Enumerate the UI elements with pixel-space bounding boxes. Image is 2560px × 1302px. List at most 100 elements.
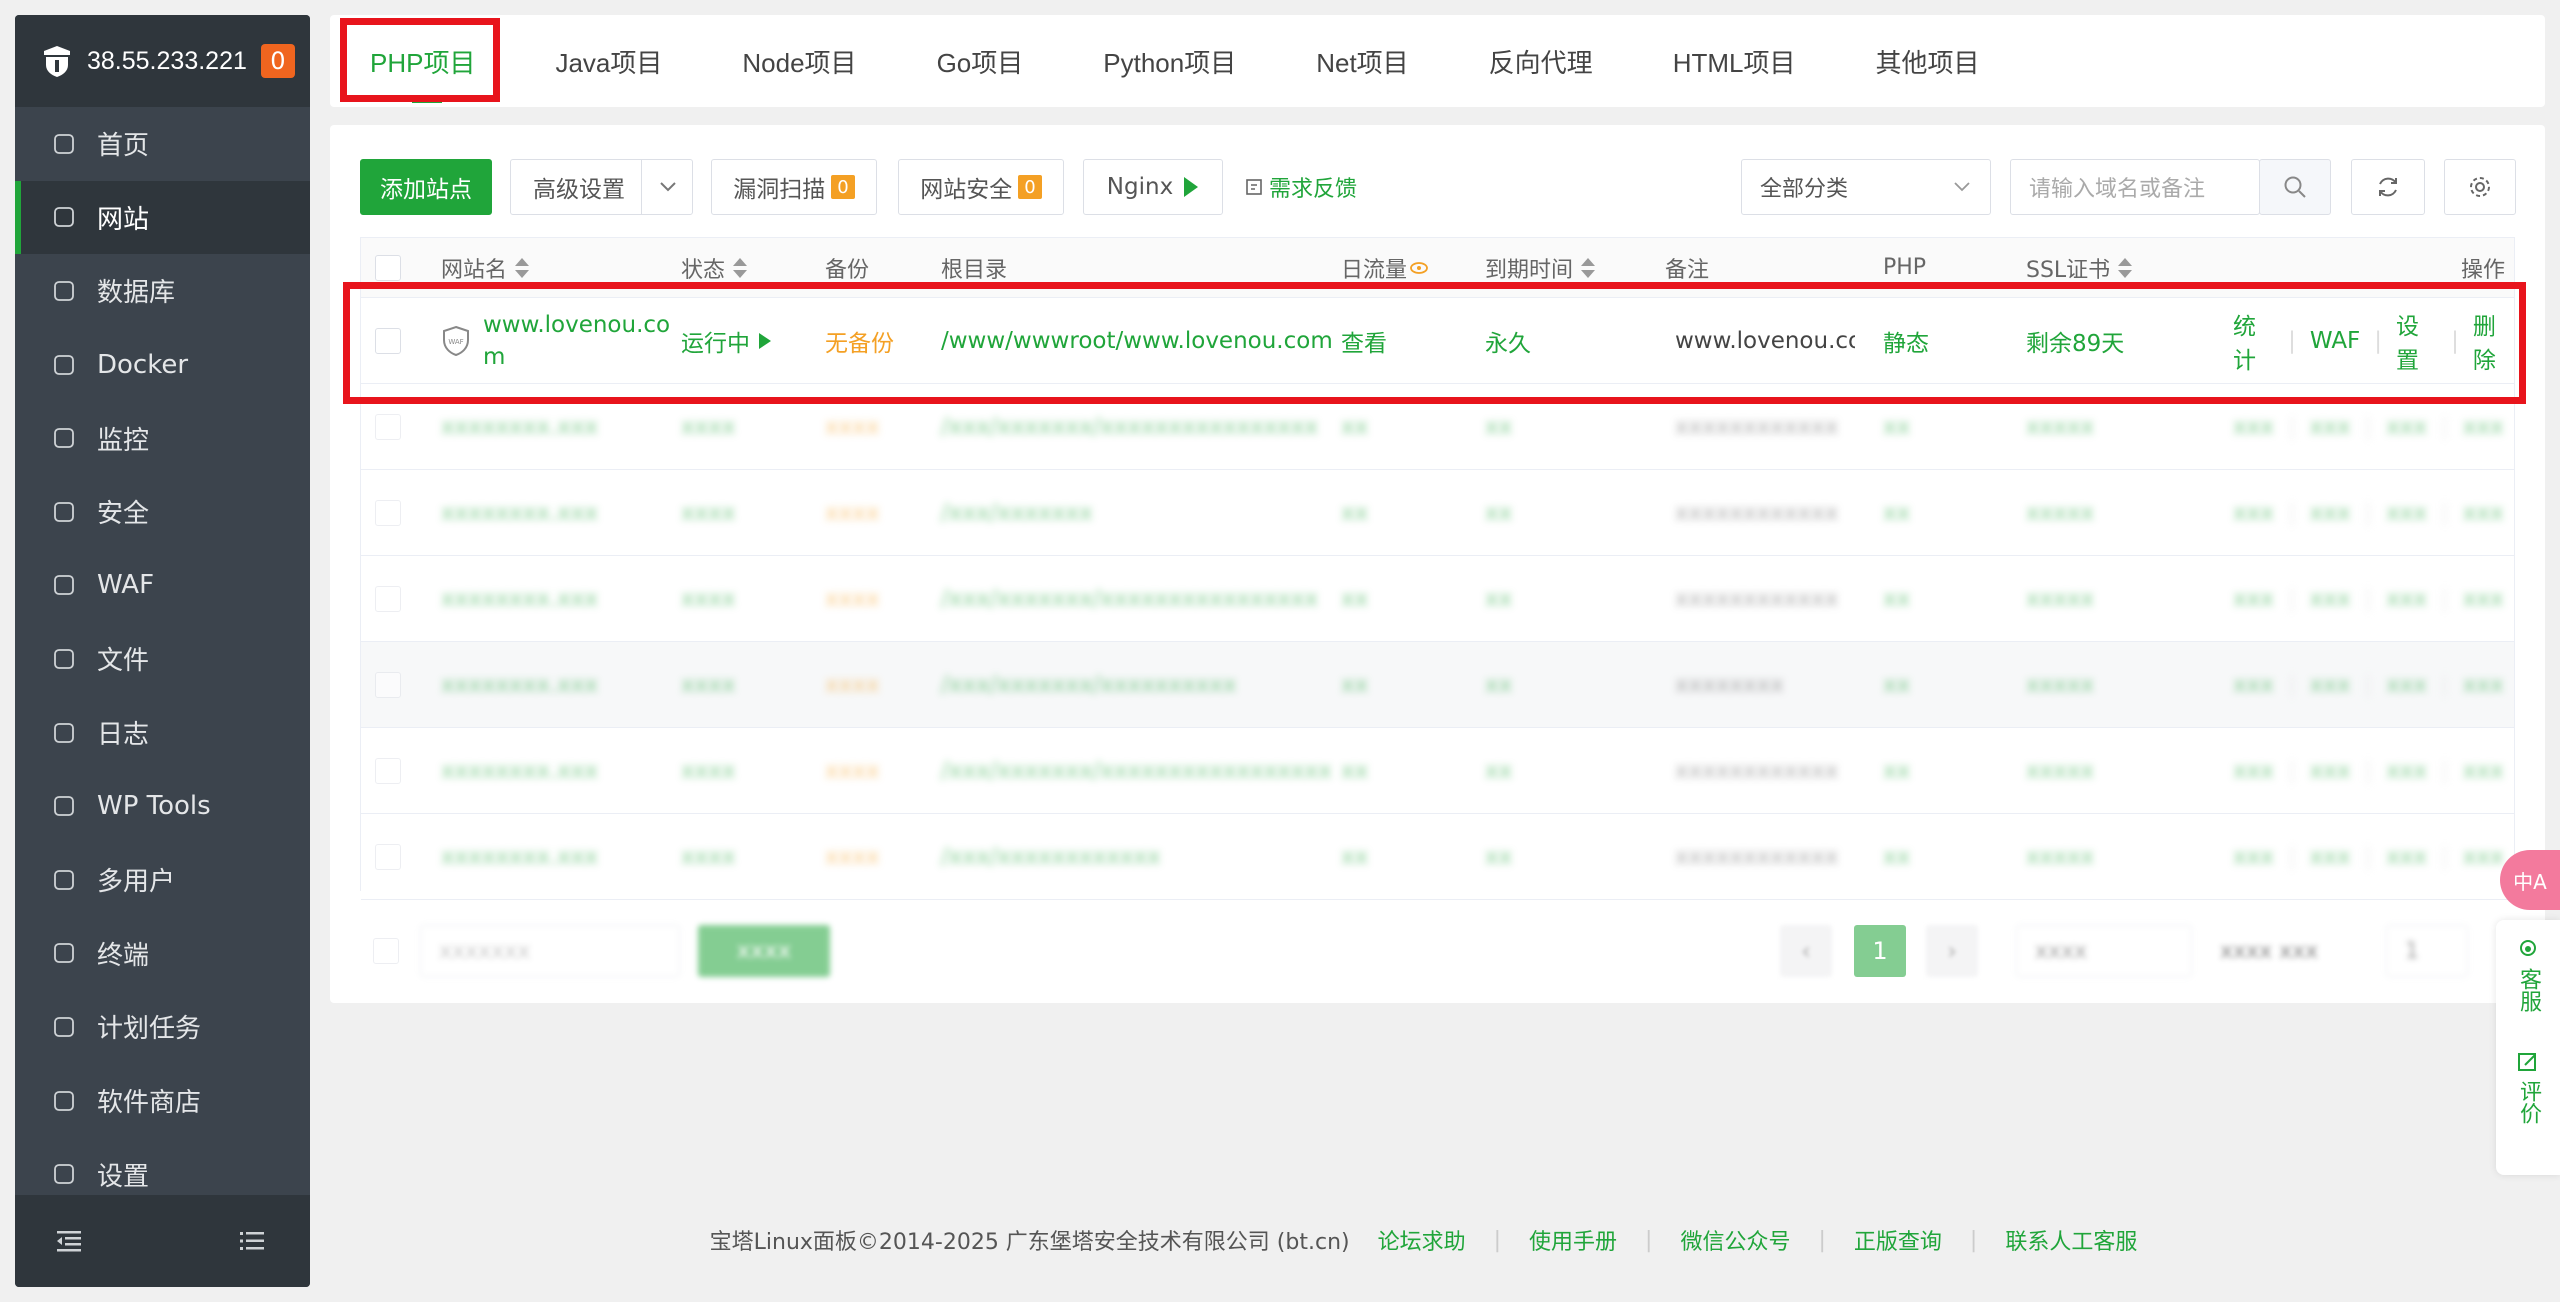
php-version[interactable]: xx — [1883, 728, 1910, 814]
remark-value[interactable]: xxxxxxxxxxxx — [1675, 814, 1838, 900]
php-version[interactable]: xx — [1883, 814, 1910, 900]
waf-link[interactable]: xxx — [2310, 414, 2351, 440]
status-label[interactable]: xxxx — [681, 814, 735, 900]
tab-2[interactable]: Node项目 — [742, 15, 856, 107]
row-checkbox[interactable] — [375, 500, 401, 526]
remark-value[interactable]: xxxxxxxxxxxx — [1675, 728, 1838, 814]
stats-link[interactable]: xxx — [2233, 758, 2274, 784]
batch-select[interactable]: xxxxxxx — [420, 925, 680, 977]
stats-link[interactable]: xxx — [2233, 414, 2274, 440]
footer-link-wechat[interactable]: 微信公众号 — [1680, 1224, 1790, 1256]
waf-link[interactable]: xxx — [2310, 758, 2351, 784]
row-checkbox[interactable] — [375, 586, 401, 612]
expire-value[interactable]: xx — [1485, 814, 1512, 900]
delete-link[interactable]: xxx — [2463, 586, 2504, 612]
customer-service-button[interactable]: 客服 — [2516, 938, 2541, 1012]
sidebar-item-6[interactable]: WAF — [15, 549, 310, 623]
root-dir-link[interactable]: /xxx/xxxxxxx/xxxxxxxxxxxxxxxxx — [941, 728, 1332, 814]
search-input[interactable]: 请输入域名或备注 — [2010, 159, 2260, 215]
traffic-view-link[interactable]: xx — [1341, 814, 1368, 900]
page-size-select[interactable]: xxxx — [2016, 925, 2192, 977]
backup-status[interactable]: xxxx — [825, 556, 879, 642]
sidebar-item-3[interactable]: Docker — [15, 328, 310, 402]
stats-link[interactable]: xxx — [2233, 586, 2274, 612]
expire-value[interactable]: xx — [1485, 642, 1512, 728]
batch-execute-button[interactable]: xxxx — [698, 925, 830, 977]
list-view-icon[interactable] — [238, 1229, 266, 1253]
nginx-button[interactable]: Nginx — [1083, 159, 1223, 215]
settings-link[interactable]: xxx — [2386, 586, 2427, 612]
ssl-status[interactable]: xxxxx — [2026, 642, 2094, 728]
row-checkbox[interactable] — [375, 672, 401, 698]
footer-link-manual[interactable]: 使用手册 — [1529, 1224, 1617, 1256]
collapse-sidebar-icon[interactable] — [55, 1229, 83, 1253]
ssl-status[interactable]: xxxxx — [2026, 556, 2094, 642]
stats-link[interactable]: xxx — [2233, 500, 2274, 526]
site-name-link[interactable]: xxxxxxxx.xxx — [441, 470, 598, 556]
search-button[interactable] — [2259, 159, 2331, 215]
stats-link[interactable]: xxx — [2233, 672, 2274, 698]
tab-7[interactable]: HTML项目 — [1673, 15, 1796, 107]
tab-8[interactable]: 其他项目 — [1875, 15, 1979, 107]
root-dir-link[interactable]: /xxx/xxxxxxx — [941, 470, 1093, 556]
add-site-button[interactable]: 添加站点 — [360, 159, 492, 215]
tab-1[interactable]: Java项目 — [555, 15, 662, 107]
remark-value[interactable]: xxxxxxxx — [1675, 642, 1784, 728]
settings-link[interactable]: xxx — [2386, 844, 2427, 870]
tab-5[interactable]: Net项目 — [1316, 15, 1408, 107]
delete-link[interactable]: xxx — [2463, 758, 2504, 784]
settings-link[interactable]: xxx — [2386, 414, 2427, 440]
delete-link[interactable]: xxx — [2463, 844, 2504, 870]
site-name-link[interactable]: xxxxxxxx.xxx — [441, 814, 598, 900]
remark-value[interactable]: xxxxxxxxxxxx — [1675, 470, 1838, 556]
settings-link[interactable]: xxx — [2386, 672, 2427, 698]
status-label[interactable]: xxxx — [681, 470, 735, 556]
row-checkbox[interactable] — [375, 844, 401, 870]
site-name-link[interactable]: xxxxxxxx.xxx — [441, 556, 598, 642]
traffic-view-link[interactable]: xx — [1341, 642, 1368, 728]
review-button[interactable]: 评价 — [2516, 1050, 2541, 1124]
sidebar-item-1[interactable]: 网站 — [15, 180, 310, 255]
row-checkbox[interactable] — [375, 758, 401, 784]
sidebar-item-5[interactable]: 安全 — [15, 475, 310, 549]
backup-status[interactable]: xxxx — [825, 728, 879, 814]
site-name-link[interactable]: xxxxxxxx.xxx — [441, 728, 598, 814]
header-ssl[interactable]: SSL证书 — [2026, 252, 2133, 284]
backup-status[interactable]: xxxx — [825, 642, 879, 728]
category-select[interactable]: 全部分类 — [1741, 159, 1991, 215]
delete-link[interactable]: xxx — [2463, 414, 2504, 440]
current-page[interactable]: 1 — [1854, 925, 1906, 977]
ssl-status[interactable]: xxxxx — [2026, 814, 2094, 900]
root-dir-link[interactable]: /xxx/xxxxxxxxxxxx — [941, 814, 1161, 900]
waf-link[interactable]: xxx — [2310, 672, 2351, 698]
sidebar-item-4[interactable]: 监控 — [15, 401, 310, 475]
header-status[interactable]: 状态 — [681, 252, 748, 284]
backup-status[interactable]: xxxx — [825, 470, 879, 556]
vuln-scan-button[interactable]: 漏洞扫描 0 — [711, 159, 877, 215]
tab-4[interactable]: Python项目 — [1103, 15, 1236, 107]
next-page-button[interactable]: › — [1926, 925, 1978, 977]
delete-link[interactable]: xxx — [2463, 500, 2504, 526]
row-checkbox[interactable] — [375, 414, 401, 440]
advanced-settings-button[interactable]: 高级设置 — [510, 159, 693, 215]
eye-icon[interactable] — [1409, 261, 1429, 275]
traffic-view-link[interactable]: xx — [1341, 470, 1368, 556]
server-ip[interactable]: 38.55.233.221 — [87, 47, 247, 76]
sidebar-item-13[interactable]: 软件商店 — [15, 1064, 310, 1138]
waf-link[interactable]: xxx — [2310, 500, 2351, 526]
expire-value[interactable]: xx — [1485, 470, 1512, 556]
sidebar-item-10[interactable]: 多用户 — [15, 843, 310, 917]
settings-button[interactable] — [2444, 159, 2516, 215]
sidebar-item-12[interactable]: 计划任务 — [15, 990, 310, 1064]
traffic-view-link[interactable]: xx — [1341, 556, 1368, 642]
ssl-status[interactable]: xxxxx — [2026, 728, 2094, 814]
sidebar-item-9[interactable]: WP Tools — [15, 769, 310, 843]
delete-link[interactable]: xxx — [2463, 672, 2504, 698]
sidebar-item-2[interactable]: 数据库 — [15, 254, 310, 328]
site-name-link[interactable]: xxxxxxxx.xxx — [441, 642, 598, 728]
select-all-checkbox[interactable] — [375, 255, 401, 281]
remark-value[interactable]: xxxxxxxxxxxx — [1675, 556, 1838, 642]
tab-3[interactable]: Go项目 — [937, 15, 1024, 107]
header-site-name[interactable]: 网站名 — [441, 252, 530, 284]
refresh-button[interactable] — [2351, 159, 2425, 215]
